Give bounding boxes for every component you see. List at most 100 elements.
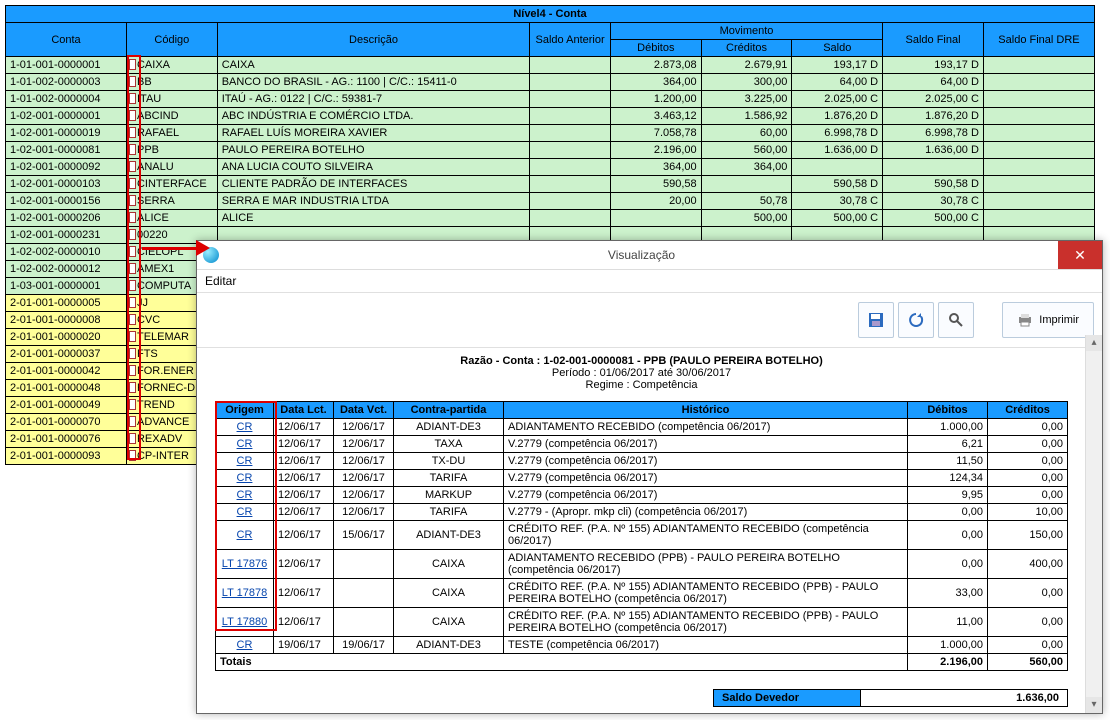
relation-tick-icon[interactable] bbox=[129, 416, 136, 427]
col-creditos[interactable]: Créditos bbox=[988, 402, 1068, 419]
ledger-row[interactable]: CR12/06/1712/06/17ADIANT-DE3ADIANTAMENTO… bbox=[216, 419, 1068, 436]
relation-tick-icon[interactable] bbox=[129, 229, 136, 240]
relation-tick-icon[interactable] bbox=[129, 433, 136, 444]
close-button[interactable]: ✕ bbox=[1058, 241, 1102, 269]
relation-tick-icon[interactable] bbox=[129, 348, 136, 359]
cell-contra: TX-DU bbox=[394, 453, 504, 470]
col-movimento[interactable]: Movimento bbox=[610, 23, 882, 40]
origem-link[interactable]: LT 17878 bbox=[222, 587, 267, 599]
col-contra[interactable]: Contra-partida bbox=[394, 402, 504, 419]
relation-tick-icon[interactable] bbox=[129, 297, 136, 308]
table-row[interactable]: 1-02-001-0000019RAFAELRAFAEL LUÍS MOREIR… bbox=[6, 125, 1095, 142]
cell-dv bbox=[334, 550, 394, 579]
relation-tick-icon[interactable] bbox=[129, 331, 136, 342]
col-historico[interactable]: Histórico bbox=[504, 402, 908, 419]
relation-tick-icon[interactable] bbox=[129, 127, 136, 138]
cell-contra: TAXA bbox=[394, 436, 504, 453]
col-saldo-anterior[interactable]: Saldo Anterior bbox=[530, 23, 611, 57]
cell-desc: RAFAEL LUÍS MOREIRA XAVIER bbox=[217, 125, 530, 142]
cell-dre bbox=[983, 108, 1094, 125]
cell-saldo-final: 2.025,00 C bbox=[883, 91, 984, 108]
ledger-row[interactable]: LT 1787612/06/17CAIXAADIANTAMENTO RECEBI… bbox=[216, 550, 1068, 579]
relation-tick-icon[interactable] bbox=[129, 93, 136, 104]
cell-cred: 0,00 bbox=[988, 579, 1068, 608]
relation-tick-icon[interactable] bbox=[129, 144, 136, 155]
col-debitos[interactable]: Débitos bbox=[908, 402, 988, 419]
origem-link[interactable]: CR bbox=[237, 489, 253, 501]
relation-tick-icon[interactable] bbox=[129, 263, 136, 274]
cell-saldo: 590,58 D bbox=[792, 176, 883, 193]
relation-tick-icon[interactable] bbox=[129, 246, 136, 257]
print-button[interactable]: Imprimir bbox=[1002, 302, 1094, 338]
col-saldo-dre[interactable]: Saldo Final DRE bbox=[983, 23, 1094, 57]
cell-saldo-final: 64,00 D bbox=[883, 74, 984, 91]
save-button[interactable] bbox=[858, 302, 894, 338]
cell-saldo: 1.876,20 D bbox=[792, 108, 883, 125]
origem-link[interactable]: CR bbox=[237, 438, 253, 450]
dialog-titlebar[interactable]: Visualização ✕ bbox=[197, 241, 1102, 270]
origem-link[interactable]: CR bbox=[237, 421, 253, 433]
vertical-scrollbar[interactable]: ▴ ▾ bbox=[1085, 335, 1102, 713]
col-descricao[interactable]: Descrição bbox=[217, 23, 530, 57]
relation-tick-icon[interactable] bbox=[129, 365, 136, 376]
menu-edit[interactable]: Editar bbox=[205, 274, 236, 288]
relation-tick-icon[interactable] bbox=[129, 212, 136, 223]
saldo-devedor-label: Saldo Devedor bbox=[714, 690, 861, 707]
origem-link[interactable]: CR bbox=[237, 529, 253, 541]
col-conta[interactable]: Conta bbox=[6, 23, 127, 57]
table-row[interactable]: 1-02-001-0000092ANALUANA LUCIA COUTO SIL… bbox=[6, 159, 1095, 176]
ledger-row[interactable]: CR12/06/1712/06/17MARKUPV.2779 (competên… bbox=[216, 487, 1068, 504]
col-origem[interactable]: Origem bbox=[216, 402, 274, 419]
col-creditos[interactable]: Créditos bbox=[701, 40, 792, 57]
col-saldo-final[interactable]: Saldo Final bbox=[883, 23, 984, 57]
origem-link[interactable]: CR bbox=[237, 639, 253, 651]
cell-saldo-final: 590,58 D bbox=[883, 176, 984, 193]
ledger-row[interactable]: CR12/06/1712/06/17TARIFAV.2779 (competên… bbox=[216, 470, 1068, 487]
table-row[interactable]: 1-01-002-0000004ITAUITAÚ - AG.: 0122 | C… bbox=[6, 91, 1095, 108]
relation-tick-icon[interactable] bbox=[129, 178, 136, 189]
relation-tick-icon[interactable] bbox=[129, 280, 136, 291]
ledger-row[interactable]: LT 1787812/06/17CAIXACRÉDITO REF. (P.A. … bbox=[216, 579, 1068, 608]
col-data-vct[interactable]: Data Vct. bbox=[334, 402, 394, 419]
relation-tick-icon[interactable] bbox=[129, 76, 136, 87]
origem-link[interactable]: CR bbox=[237, 506, 253, 518]
scroll-down-icon[interactable]: ▾ bbox=[1086, 697, 1102, 713]
table-row[interactable]: 1-02-001-0000103CINTERFACECLIENTE PADRÃO… bbox=[6, 176, 1095, 193]
table-row[interactable]: 1-02-001-0000001ABCINDABC INDÚSTRIA E CO… bbox=[6, 108, 1095, 125]
origem-link[interactable]: LT 17876 bbox=[222, 558, 267, 570]
ledger-row[interactable]: CR19/06/1719/06/17ADIANT-DE3TESTE (compe… bbox=[216, 637, 1068, 654]
relation-tick-icon[interactable] bbox=[129, 382, 136, 393]
cell-cred: 1.586,92 bbox=[701, 108, 792, 125]
relation-tick-icon[interactable] bbox=[129, 399, 136, 410]
refresh-button[interactable] bbox=[898, 302, 934, 338]
ledger-row[interactable]: CR12/06/1715/06/17ADIANT-DE3CRÉDITO REF.… bbox=[216, 521, 1068, 550]
relation-tick-icon[interactable] bbox=[129, 161, 136, 172]
origem-link[interactable]: CR bbox=[237, 472, 253, 484]
cell-hist: CRÉDITO REF. (P.A. Nº 155) ADIANTAMENTO … bbox=[504, 521, 908, 550]
scroll-up-icon[interactable]: ▴ bbox=[1086, 335, 1102, 351]
table-row[interactable]: 1-01-002-0000003BBBANCO DO BRASIL - AG.:… bbox=[6, 74, 1095, 91]
ledger-row[interactable]: CR12/06/1712/06/17TAXAV.2779 (competênci… bbox=[216, 436, 1068, 453]
relation-tick-icon[interactable] bbox=[129, 195, 136, 206]
ledger-row[interactable]: CR12/06/1712/06/17TX-DUV.2779 (competênc… bbox=[216, 453, 1068, 470]
col-debitos[interactable]: Débitos bbox=[610, 40, 701, 57]
zoom-button[interactable] bbox=[938, 302, 974, 338]
cell-deb: 364,00 bbox=[610, 74, 701, 91]
col-data-lct[interactable]: Data Lct. bbox=[274, 402, 334, 419]
relation-tick-icon[interactable] bbox=[129, 110, 136, 121]
table-row[interactable]: 1-01-001-0000001CAIXACAIXA2.873,082.679,… bbox=[6, 57, 1095, 74]
ledger-row[interactable]: CR12/06/1712/06/17TARIFAV.2779 - (Apropr… bbox=[216, 504, 1068, 521]
relation-tick-icon[interactable] bbox=[129, 314, 136, 325]
ledger-row[interactable]: LT 1788012/06/17CAIXACRÉDITO REF. (P.A. … bbox=[216, 608, 1068, 637]
table-row[interactable]: 1-02-001-0000206ALICEALICE500,00500,00 C… bbox=[6, 210, 1095, 227]
table-row[interactable]: 1-02-001-0000081PPBPAULO PEREIRA BOTELHO… bbox=[6, 142, 1095, 159]
origem-link[interactable]: CR bbox=[237, 455, 253, 467]
cell-hist: V.2779 - (Apropr. mkp cli) (competência … bbox=[504, 504, 908, 521]
table-row[interactable]: 1-02-001-0000156SERRASERRA E MAR INDUSTR… bbox=[6, 193, 1095, 210]
origem-link[interactable]: LT 17880 bbox=[222, 616, 267, 628]
relation-tick-icon[interactable] bbox=[129, 59, 136, 70]
cell-deb: 11,50 bbox=[908, 453, 988, 470]
print-label: Imprimir bbox=[1039, 314, 1079, 326]
col-saldo[interactable]: Saldo bbox=[792, 40, 883, 57]
col-codigo[interactable]: Código bbox=[126, 23, 217, 57]
